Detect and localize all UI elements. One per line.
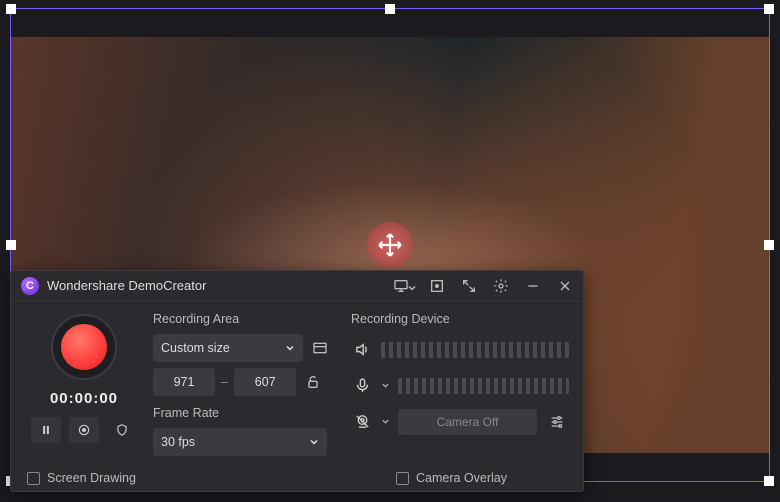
chevron-down-icon[interactable] (381, 381, 390, 390)
system-audio-level (381, 342, 569, 358)
resize-handle-n[interactable] (385, 4, 395, 14)
app-title: Wondershare DemoCreator (47, 278, 206, 293)
expand-icon (461, 278, 477, 294)
frame-rate-value: 30 fps (161, 435, 195, 449)
camera-overlay-label: Camera Overlay (416, 471, 507, 485)
height-input[interactable] (234, 368, 296, 396)
minimize-button[interactable] (523, 276, 543, 296)
resize-handle-w[interactable] (6, 240, 16, 250)
camera-button[interactable] (351, 413, 373, 430)
move-icon (377, 232, 403, 258)
lock-aspect-button[interactable] (302, 369, 324, 395)
frame-rate-label: Frame Rate (153, 406, 341, 420)
pause-button[interactable] (31, 417, 61, 443)
resize-handle-se[interactable] (764, 476, 774, 486)
resize-handle-e[interactable] (764, 240, 774, 250)
checkbox-icon (396, 472, 409, 485)
chevron-down-icon[interactable] (381, 417, 390, 426)
display-select-button[interactable] (387, 276, 415, 296)
camera-overlay-checkbox[interactable]: Camera Overlay (396, 471, 507, 485)
camera-settings-button[interactable] (545, 410, 569, 434)
webcam-icon (354, 413, 371, 430)
speaker-icon (354, 341, 371, 358)
microphone-level (398, 378, 569, 394)
close-button[interactable] (555, 276, 575, 296)
fullscreen-icon (312, 340, 328, 356)
record-button[interactable] (51, 314, 117, 380)
target-window-button[interactable] (427, 276, 447, 296)
microphone-icon (354, 377, 371, 394)
microphone-button[interactable] (351, 377, 373, 394)
sliders-icon (549, 414, 565, 430)
move-handle[interactable] (367, 222, 413, 268)
resize-handle-nw[interactable] (6, 4, 16, 14)
unlock-icon (305, 374, 321, 390)
record-dot-icon (61, 324, 107, 370)
area-preset-select[interactable]: Custom size (153, 334, 303, 362)
area-preset-value: Custom size (161, 341, 230, 355)
chevron-down-icon (309, 437, 319, 447)
screen-drawing-label: Screen Drawing (47, 471, 136, 485)
shield-icon (115, 423, 129, 437)
chevron-down-icon (285, 343, 295, 353)
system-audio-button[interactable] (351, 341, 373, 358)
restart-icon (77, 423, 91, 437)
recorder-panel: C Wondershare DemoCreator (10, 270, 584, 492)
pause-icon (39, 423, 53, 437)
camera-status: Camera Off (398, 409, 537, 435)
restart-button[interactable] (69, 417, 99, 443)
chevron-down-icon (407, 283, 417, 293)
record-timer: 00:00:00 (50, 390, 118, 407)
settings-button[interactable] (491, 276, 511, 296)
recording-device-label: Recording Device (351, 312, 569, 326)
frame-rate-select[interactable]: 30 fps (153, 428, 327, 456)
protect-button[interactable] (107, 417, 137, 443)
dimension-separator: – (221, 374, 228, 389)
recording-area-label: Recording Area (153, 312, 341, 326)
resize-handle-ne[interactable] (764, 4, 774, 14)
screen-drawing-checkbox[interactable]: Screen Drawing (27, 471, 136, 485)
width-input[interactable] (153, 368, 215, 396)
app-icon: C (21, 277, 39, 295)
fullscreen-area-button[interactable] (309, 335, 331, 361)
titlebar: C Wondershare DemoCreator (11, 271, 583, 302)
gear-icon (493, 278, 509, 294)
target-square-icon (429, 278, 445, 294)
expand-button[interactable] (459, 276, 479, 296)
checkbox-icon (27, 472, 40, 485)
close-icon (557, 278, 573, 294)
minimize-icon (525, 278, 541, 294)
